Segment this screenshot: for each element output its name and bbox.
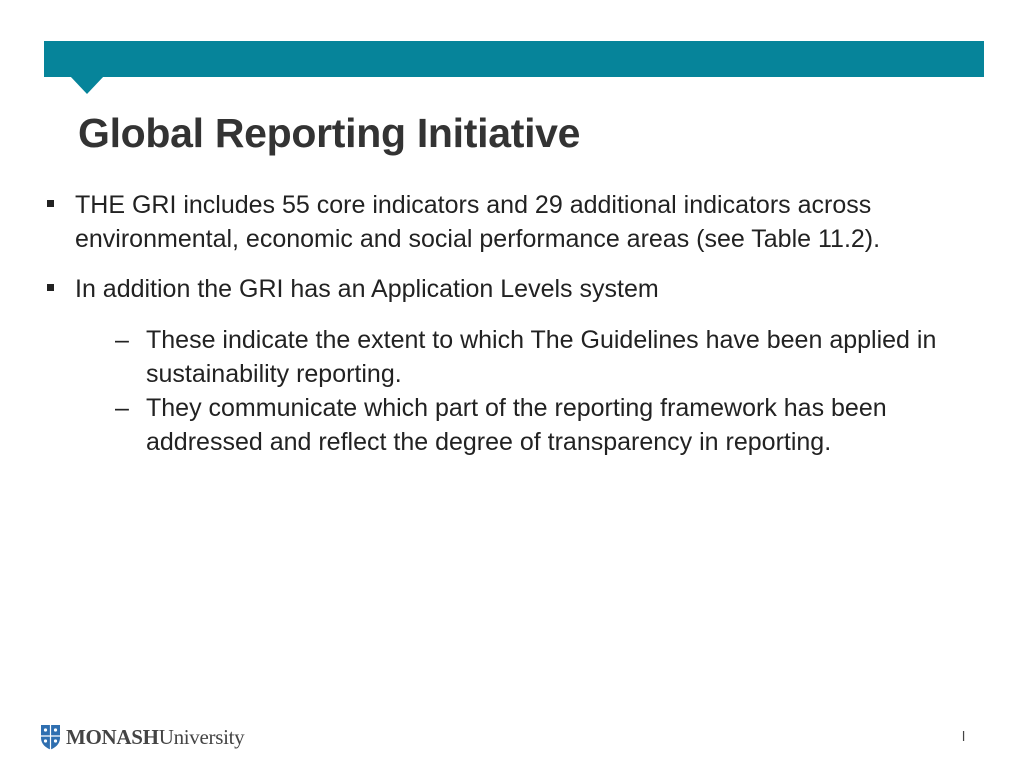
bullet-item: In addition the GRI has an Application L… [44, 272, 944, 306]
sub-bullet-text: These indicate the extent to which The G… [146, 326, 937, 388]
dash-bullet-icon: – [115, 394, 129, 422]
sub-bullet-text: They communicate which part of the repor… [146, 394, 887, 456]
bullet-text: In addition the GRI has an Application L… [75, 275, 659, 303]
bullet-item: THE GRI includes 55 core indicators and … [44, 188, 944, 256]
logo-regular-text: University [158, 724, 245, 749]
sub-bullet-item: – These indicate the extent to which The… [44, 323, 944, 391]
page-number: l [962, 728, 966, 744]
slide-content: THE GRI includes 55 core indicators and … [44, 188, 944, 459]
header-band-notch [70, 76, 104, 94]
sub-bullet-item: – They communicate which part of the rep… [44, 391, 944, 459]
logo-text: MONASHUniversity [66, 724, 245, 750]
shield-icon [41, 725, 60, 750]
header-band [44, 41, 984, 77]
square-bullet-icon [47, 200, 54, 207]
logo-bold-text: MONASH [66, 724, 159, 749]
bullet-text: THE GRI includes 55 core indicators and … [75, 191, 881, 253]
sub-bullet-list: – These indicate the extent to which The… [44, 323, 944, 459]
dash-bullet-icon: – [115, 326, 129, 354]
slide-title: Global Reporting Initiative [78, 110, 581, 156]
square-bullet-icon [47, 284, 54, 291]
monash-logo: MONASHUniversity [40, 723, 245, 751]
